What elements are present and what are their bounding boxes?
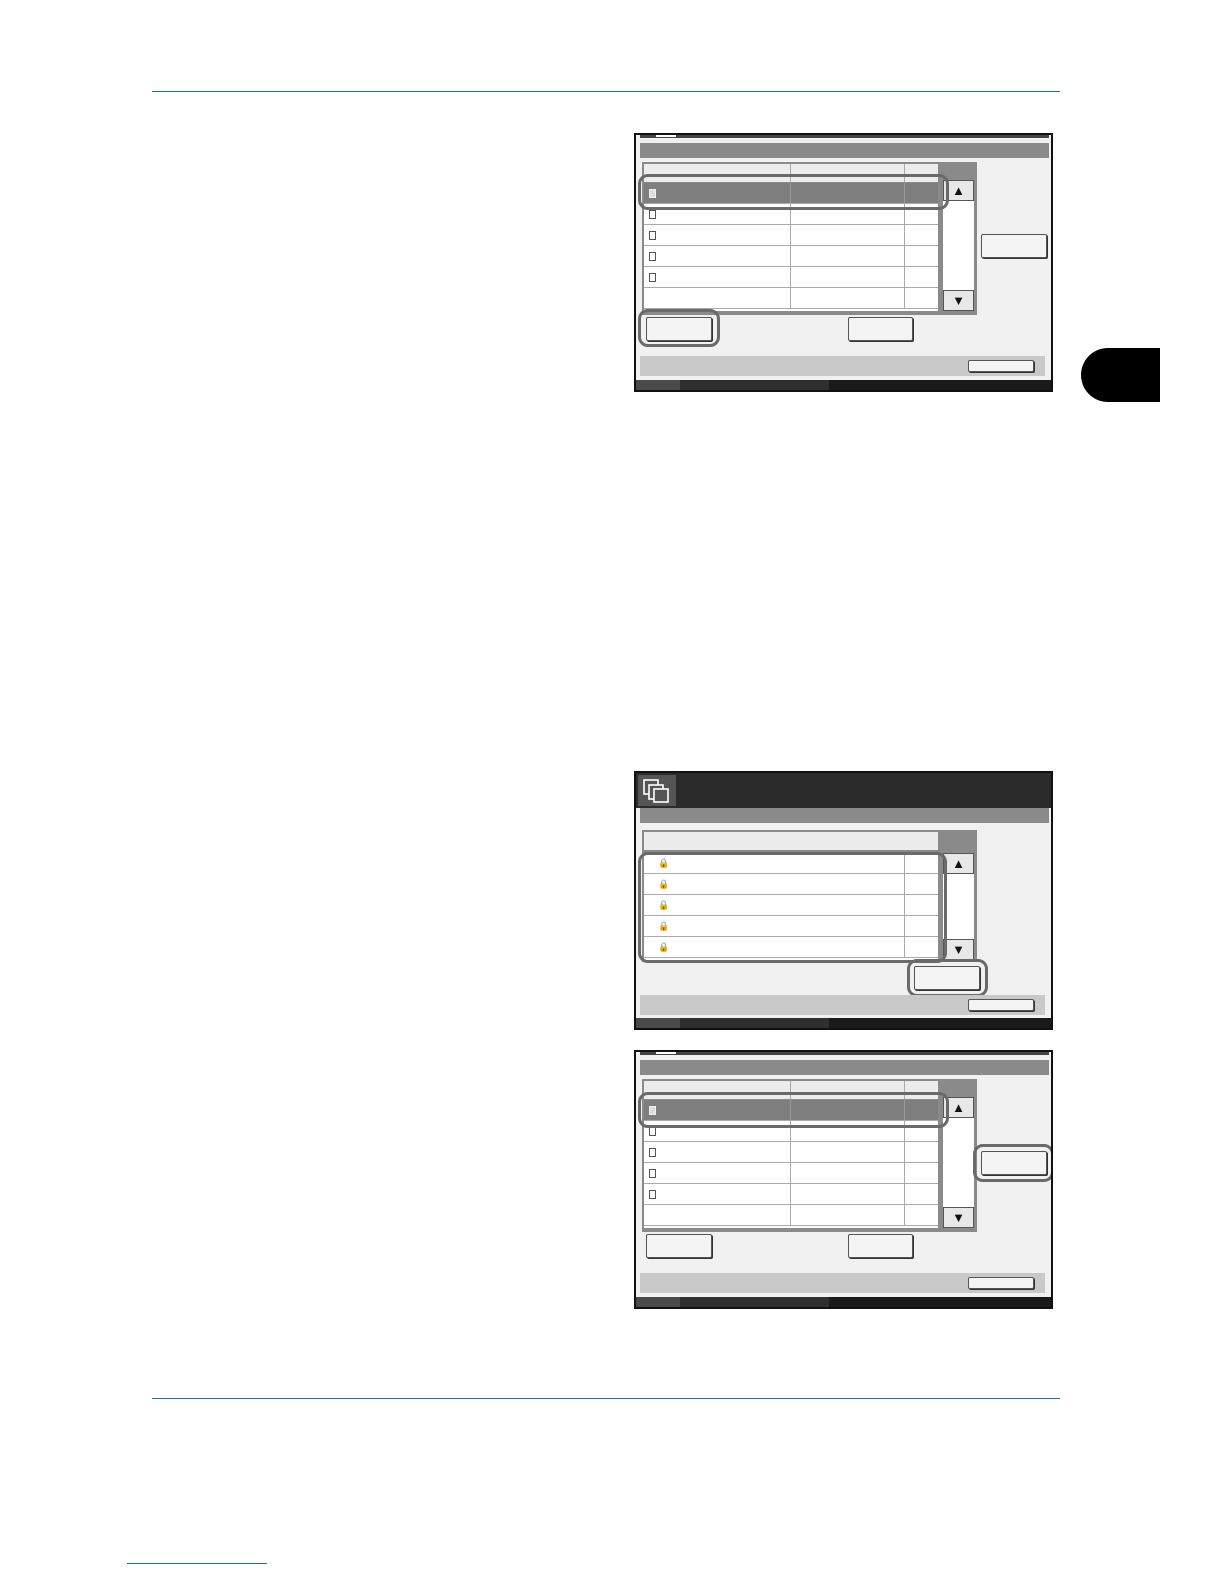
list-item[interactable]	[644, 225, 938, 246]
scroll-down-button[interactable]: ▼	[943, 290, 974, 311]
middle-bottom-button[interactable]	[848, 1234, 913, 1258]
scroll-down-button[interactable]: ▼	[943, 939, 974, 960]
list-item[interactable]	[644, 183, 938, 204]
panel-title-bar	[636, 773, 1051, 808]
scroll-up-icon: ▲	[952, 183, 965, 198]
close-button[interactable]	[968, 999, 1034, 1011]
list-scrollbar[interactable]: ▲ ▼	[943, 180, 974, 311]
list-item[interactable]: 🔒	[644, 874, 938, 895]
scroll-up-button[interactable]: ▲	[943, 853, 974, 874]
document-icon	[649, 273, 656, 282]
list-item[interactable]	[644, 246, 938, 267]
middle-bottom-button[interactable]	[848, 317, 913, 341]
document-icon	[649, 231, 656, 240]
list-scrollbar[interactable]: ▲ ▼	[943, 853, 974, 960]
footer-underline	[127, 1563, 267, 1564]
list-header	[644, 832, 938, 850]
document-icon	[649, 1148, 656, 1157]
lock-icon: 🔒	[658, 900, 670, 910]
document-list-frame: ▲ ▼	[642, 162, 977, 315]
document-rows	[644, 183, 938, 311]
lock-icon: 🔒	[658, 858, 670, 868]
list-header	[644, 1081, 938, 1099]
document-icon	[649, 1127, 656, 1136]
chapter-tab	[1081, 348, 1160, 402]
panel-title-bar	[640, 135, 1049, 138]
side-button[interactable]	[981, 1151, 1047, 1175]
panel-footer	[636, 380, 1051, 390]
list-item[interactable]	[644, 1142, 938, 1163]
box-list-panel: 🔒 🔒 🔒 🔒 🔒 ▲ ▼	[634, 771, 1053, 1030]
list-item[interactable]	[644, 288, 938, 309]
scroll-down-icon: ▼	[952, 293, 965, 308]
scroll-down-icon: ▼	[952, 1210, 965, 1225]
list-item[interactable]: 🔒	[644, 916, 938, 937]
lock-icon: 🔒	[658, 921, 670, 931]
footer-rule	[152, 1398, 1060, 1399]
panel-title-bar	[640, 1052, 1049, 1055]
scroll-down-icon: ▼	[952, 942, 965, 957]
scroll-up-button[interactable]: ▲	[943, 1097, 974, 1118]
list-header	[644, 164, 938, 182]
header-rule	[152, 91, 1060, 92]
scroll-up-icon: ▲	[952, 856, 965, 871]
lock-icon: 🔒	[658, 879, 670, 889]
list-item[interactable]: 🔒	[644, 853, 938, 874]
document-icon	[649, 210, 656, 219]
left-bottom-button[interactable]	[646, 1234, 712, 1258]
list-item[interactable]	[644, 267, 938, 288]
box-list-frame: 🔒 🔒 🔒 🔒 🔒 ▲ ▼	[642, 830, 977, 962]
list-scrollbar[interactable]: ▲ ▼	[943, 1097, 974, 1228]
list-item[interactable]: 🔒	[644, 937, 938, 958]
document-list-panel: ▲ ▼	[634, 133, 1053, 392]
list-item[interactable]	[644, 1121, 938, 1142]
scroll-down-button[interactable]: ▼	[943, 1207, 974, 1228]
document-icon	[649, 1106, 656, 1115]
panel-subheader	[640, 143, 1049, 158]
lock-icon: 🔒	[658, 942, 670, 952]
scroll-up-icon: ▲	[952, 1100, 965, 1115]
left-bottom-button[interactable]	[646, 317, 712, 341]
document-icon	[649, 1169, 656, 1178]
document-list-frame: ▲ ▼	[642, 1079, 977, 1232]
panel-subheader	[640, 808, 1049, 823]
scroll-up-button[interactable]: ▲	[943, 180, 974, 201]
document-rows	[644, 1100, 938, 1228]
list-item[interactable]	[644, 1100, 938, 1121]
close-button[interactable]	[968, 1277, 1034, 1289]
panel-footer	[636, 1018, 1051, 1028]
list-item[interactable]	[644, 1184, 938, 1205]
list-item[interactable]	[644, 1205, 938, 1226]
close-button[interactable]	[968, 360, 1034, 372]
document-list-selected-panel: ▲ ▼	[634, 1050, 1053, 1309]
panel-subheader	[640, 1060, 1049, 1075]
side-button[interactable]	[981, 234, 1047, 258]
list-item[interactable]	[644, 204, 938, 225]
open-button[interactable]	[914, 966, 980, 990]
document-box-icon	[638, 775, 676, 806]
list-item[interactable]	[644, 1163, 938, 1184]
panel-footer	[636, 1297, 1051, 1307]
document-icon	[649, 252, 656, 261]
document-icon	[649, 1190, 656, 1199]
document-icon	[649, 189, 656, 198]
box-rows: 🔒 🔒 🔒 🔒 🔒	[644, 853, 938, 960]
list-item[interactable]: 🔒	[644, 895, 938, 916]
